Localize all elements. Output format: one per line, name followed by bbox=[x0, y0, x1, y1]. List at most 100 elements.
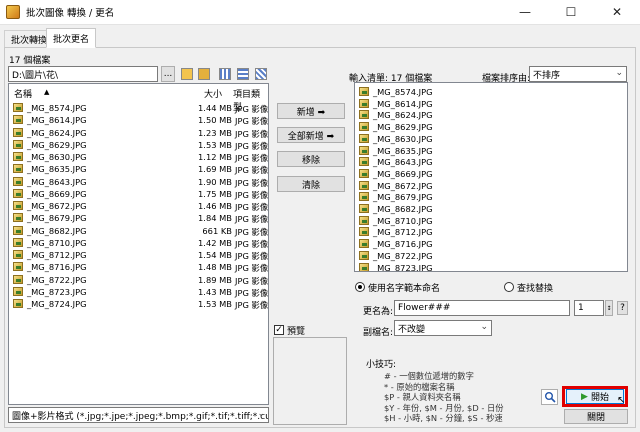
input-file-row[interactable]: _MG_8679.JPG bbox=[355, 191, 627, 203]
source-file-row[interactable]: _MG_8629.JPG 1.53 MB JPG 影像 bbox=[9, 139, 268, 151]
chevron-down-icon: ⌄ bbox=[615, 68, 623, 78]
file-name: _MG_8614.JPG bbox=[27, 115, 87, 126]
input-file-row[interactable]: _MG_8669.JPG bbox=[355, 168, 627, 180]
input-file-row[interactable]: _MG_8629.JPG bbox=[355, 121, 627, 133]
file-size: 1.84 MB bbox=[198, 213, 232, 224]
file-type: JPG 影像 bbox=[235, 300, 269, 310]
file-name: _MG_8624.JPG bbox=[27, 127, 87, 138]
file-name: _MG_8630.JPG bbox=[27, 152, 87, 162]
column-size[interactable]: 大小 bbox=[204, 87, 222, 100]
sort-ascending-icon: ▲ bbox=[44, 88, 50, 96]
input-file-row[interactable]: _MG_8712.JPG bbox=[355, 226, 627, 238]
input-file-row[interactable]: _MG_8624.JPG bbox=[355, 109, 627, 121]
input-file-row[interactable]: _MG_8614.JPG bbox=[355, 98, 627, 110]
file-size: 1.43 MB bbox=[198, 286, 232, 297]
input-file-row[interactable]: _MG_8722.JPG bbox=[355, 250, 627, 262]
folder-up-icon[interactable] bbox=[181, 68, 193, 80]
input-file-row[interactable]: _MG_8682.JPG bbox=[355, 203, 627, 215]
input-file-row[interactable]: _MG_8710.JPG bbox=[355, 215, 627, 227]
list-view-icon[interactable] bbox=[219, 68, 231, 80]
source-file-row[interactable]: _MG_8723.JPG 1.43 MB JPG 影像 bbox=[9, 286, 268, 298]
add-all-button[interactable]: 全部新增 ➡ bbox=[277, 127, 345, 143]
image-file-icon bbox=[13, 237, 23, 247]
source-file-row[interactable]: _MG_8712.JPG 1.54 MB JPG 影像 bbox=[9, 249, 268, 261]
rename-pattern-input[interactable]: Flower### bbox=[394, 300, 570, 316]
source-file-row[interactable]: _MG_8724.JPG 1.53 MB JPG 影像 bbox=[9, 298, 268, 310]
file-type: JPG 影像 bbox=[235, 287, 269, 298]
input-file-list[interactable]: _MG_8574.JPG _MG_8614.JPG _MG_8624.JPG _MG_… bbox=[354, 82, 628, 272]
input-file-row[interactable]: _MG_8574.JPG bbox=[355, 86, 627, 98]
source-file-row[interactable]: _MG_8574.JPG 1.44 MB JPG 影像 bbox=[9, 102, 268, 114]
thumbnail-view-icon[interactable] bbox=[255, 68, 267, 80]
input-file-row[interactable]: _MG_8643.JPG bbox=[355, 156, 627, 168]
source-file-row[interactable]: _MG_8635.JPG 1.69 MB JPG 影像 bbox=[9, 163, 268, 175]
source-file-row[interactable]: _MG_8679.JPG 1.84 MB JPG 影像 bbox=[9, 212, 268, 224]
image-file-icon bbox=[13, 299, 23, 308]
file-name: _MG_8643.JPG bbox=[373, 157, 433, 168]
details-view-icon[interactable] bbox=[237, 68, 249, 80]
find-replace-radio[interactable] bbox=[504, 282, 514, 292]
help-button[interactable]: ? bbox=[617, 301, 628, 315]
file-name: _MG_8723.JPG bbox=[27, 286, 87, 297]
rename-to-label: 更名為: bbox=[363, 307, 394, 317]
start-number-input[interactable]: 1 bbox=[574, 300, 604, 316]
file-name: _MG_8723.JPG bbox=[373, 262, 433, 272]
tab-batch-rename[interactable]: 批次更名 bbox=[46, 28, 97, 48]
file-size: 1.42 MB bbox=[198, 237, 232, 248]
file-type-filter[interactable]: 圖像+影片格式 (*.jpg;*.jpe;*.jpeg;*.bmp;*.gif;… bbox=[8, 407, 269, 423]
image-file-icon bbox=[359, 227, 369, 237]
image-file-icon bbox=[13, 152, 23, 161]
input-file-row[interactable]: _MG_8716.JPG bbox=[355, 238, 627, 250]
image-file-icon bbox=[359, 157, 369, 167]
file-name: _MG_8624.JPG bbox=[373, 110, 433, 121]
file-name: _MG_8712.JPG bbox=[27, 250, 87, 260]
source-file-list[interactable]: 名稱 ▲ 大小 項目類型 _MG_8574.JPG 1.44 MB JPG 影像 _M… bbox=[8, 83, 269, 405]
rename-template-radio[interactable] bbox=[355, 282, 365, 292]
image-file-icon bbox=[13, 188, 23, 198]
file-size: 1.90 MB bbox=[198, 176, 232, 187]
tip-line: # - 一個數位遞增的數字 bbox=[384, 371, 474, 381]
source-file-row[interactable]: _MG_8614.JPG 1.50 MB JPG 影像 bbox=[9, 114, 268, 126]
source-file-row[interactable]: _MG_8624.JPG 1.23 MB JPG 影像 bbox=[9, 127, 268, 139]
remove-button[interactable]: 移除 bbox=[277, 151, 345, 167]
clear-button[interactable]: 清除 bbox=[277, 176, 345, 192]
source-file-row[interactable]: _MG_8669.JPG 1.75 MB JPG 影像 bbox=[9, 188, 268, 200]
image-file-icon bbox=[13, 225, 23, 235]
image-file-icon bbox=[359, 133, 369, 143]
filter-value: 圖像+影片格式 (*.jpg;*.jpe;*.jpeg;*.bmp;*.gif;… bbox=[12, 411, 269, 422]
close-button[interactable]: ✕ bbox=[594, 0, 640, 24]
input-file-row[interactable]: _MG_8723.JPG bbox=[355, 262, 627, 272]
extension-select[interactable]: 不改變 ⌄ bbox=[394, 320, 492, 336]
minimize-button[interactable]: — bbox=[502, 0, 548, 24]
refresh-folder-icon[interactable] bbox=[198, 68, 210, 80]
preview-checkbox[interactable]: ✓ bbox=[274, 325, 284, 335]
list-header: 名稱 ▲ 大小 項目類型 bbox=[9, 84, 268, 113]
start-button[interactable]: ▶ 開始 bbox=[566, 389, 624, 404]
close-dialog-button[interactable]: 關閉 bbox=[564, 409, 628, 424]
file-type: JPG 影像 bbox=[235, 153, 269, 163]
sort-select[interactable]: 不排序 ⌄ bbox=[529, 66, 627, 82]
path-input[interactable]: D:\圖片\花\ bbox=[8, 66, 158, 82]
image-file-icon bbox=[359, 98, 369, 108]
input-file-row[interactable]: _MG_8635.JPG bbox=[355, 145, 627, 157]
source-file-row[interactable]: _MG_8710.JPG 1.42 MB JPG 影像 bbox=[9, 237, 268, 249]
add-button[interactable]: 新增 ➡ bbox=[277, 103, 345, 119]
input-file-row[interactable]: _MG_8672.JPG bbox=[355, 180, 627, 192]
source-file-row[interactable]: _MG_8630.JPG 1.12 MB JPG 影像 bbox=[9, 151, 268, 163]
source-file-row[interactable]: _MG_8722.JPG 1.89 MB JPG 影像 bbox=[9, 274, 268, 286]
maximize-button[interactable]: ☐ bbox=[548, 0, 594, 24]
input-file-row[interactable]: _MG_8630.JPG bbox=[355, 133, 627, 145]
source-file-row[interactable]: _MG_8672.JPG 1.46 MB JPG 影像 bbox=[9, 200, 268, 212]
number-spinner[interactable]: ↕ bbox=[605, 300, 613, 316]
magnifier-icon[interactable] bbox=[541, 389, 558, 405]
file-name: _MG_8574.JPG bbox=[27, 103, 87, 113]
file-name: _MG_8722.JPG bbox=[27, 274, 87, 285]
source-file-row[interactable]: _MG_8643.JPG 1.90 MB JPG 影像 bbox=[9, 176, 268, 188]
source-file-row[interactable]: _MG_8716.JPG 1.48 MB JPG 影像 bbox=[9, 261, 268, 273]
file-name: _MG_8672.JPG bbox=[27, 201, 87, 211]
column-name[interactable]: 名稱 bbox=[14, 87, 32, 100]
tip-line: * - 原始的檔案名稱 bbox=[384, 381, 455, 392]
browse-button[interactable]: ... bbox=[161, 66, 175, 82]
file-size: 1.23 MB bbox=[198, 127, 232, 138]
source-file-row[interactable]: _MG_8682.JPG 661 KB JPG 影像 bbox=[9, 225, 268, 237]
